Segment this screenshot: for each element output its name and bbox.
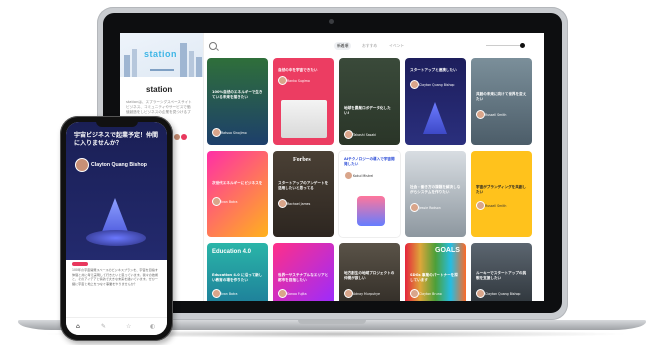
phone-bottom-nav: ⌂ ✎ ☆ ◐ xyxy=(66,317,167,335)
home-icon[interactable]: ⌂ xyxy=(76,323,80,330)
card-title: 地球を農業ロボデータ化したい! xyxy=(344,106,391,115)
phone-post-body: 100年の宇宙開発スペースのビジネスプランを、宇宙を目指す仲間と共に考え実現して… xyxy=(72,268,159,286)
card-author: Adnay Murpuhye xyxy=(353,292,381,296)
card-author: Rachael James xyxy=(287,202,311,206)
avatar xyxy=(212,197,221,206)
card-author: Russell Smith xyxy=(485,113,507,117)
education-label: Education 4.0 xyxy=(212,249,252,255)
avatar xyxy=(410,80,419,89)
project-card[interactable]: 100%自然のエネルギーで生きている未来を描きたい Ratsuo Sinojim… xyxy=(207,58,268,145)
laptop-notch xyxy=(298,320,366,324)
member-avatars xyxy=(174,125,188,144)
card-author: Clayton Quang Bishop xyxy=(419,83,455,87)
star-icon[interactable]: ☆ xyxy=(126,323,131,330)
card-author: Clayton Quang Bishop xyxy=(485,292,521,296)
search-icon[interactable] xyxy=(209,42,217,50)
project-card[interactable]: スタートアップと連携したい Clayton Quang Bishop xyxy=(405,58,466,145)
avatar xyxy=(410,203,419,212)
project-card[interactable]: 地球を農業ロボデータ化したい! Takashi Sasaki xyxy=(339,58,400,145)
project-card[interactable]: 地方創生の地域プロジェクトの仲間が欲しい Adnay Murpuhye xyxy=(339,243,400,301)
avatar xyxy=(476,110,485,119)
avatar[interactable] xyxy=(181,134,187,140)
avatar xyxy=(344,289,353,298)
card-author: Ratsuo Sinojimo xyxy=(221,131,247,135)
card-title: 社会・働き方の課題を解決しながらシステムを作りたい xyxy=(410,185,461,194)
project-card[interactable]: ルーキーでスタートアップの挑戦を支援したい Clayton Quang Bish… xyxy=(471,243,532,301)
project-card[interactable]: GOALS SDGs 事業のパートナーを探しています Clayton Bruno xyxy=(405,243,466,301)
tab-recommended[interactable]: おすすめ xyxy=(359,42,380,50)
category-badge xyxy=(72,262,88,266)
phone-post-title: 宇宙ビジネスで起業予定！仲間に入りませんか？ xyxy=(74,132,159,148)
project-card[interactable]: Forbes スタートアップのアンゲートを活用したいと思ってる Rachael … xyxy=(273,151,334,237)
project-card[interactable]: 宇宙がブランディングを共創したい Russell Smith xyxy=(471,151,532,237)
card-author: Ivan Batra xyxy=(221,200,238,204)
tab-events[interactable]: イベント xyxy=(386,42,407,50)
project-card[interactable]: 世界一サステナブルなエリアと都市を目指したい Sanoo Fujita xyxy=(273,243,334,301)
avatar xyxy=(344,130,353,139)
card-author: Clayton Bruno xyxy=(419,292,442,296)
project-card[interactable]: 社会・働き方の課題を解決しながらシステムを作りたい Jessie Rodson xyxy=(405,151,466,237)
avatar xyxy=(410,289,419,298)
tab-new[interactable]: 新着順 xyxy=(334,42,352,50)
card-title: ルーキーでスタートアップの挑戦を支援したい xyxy=(476,271,527,280)
avatar xyxy=(278,199,287,208)
avatar[interactable] xyxy=(75,158,89,172)
card-title: Education 4.0 に沿って新しい教育の場を作りたい xyxy=(212,273,263,282)
avatar xyxy=(212,289,221,298)
card-author: Jessie Rodson xyxy=(419,206,441,210)
project-card[interactable]: 共創の未来に向けて世界を変えたい Russell Smith xyxy=(471,58,532,145)
zoom-slider-knob[interactable] xyxy=(520,43,525,48)
protest-photo xyxy=(281,100,327,138)
phone-hero: 宇宙ビジネスで起業予定！仲間に入りませんか？ Clayton Quang Bis… xyxy=(66,122,167,260)
avatar xyxy=(344,171,353,180)
platform-glow xyxy=(86,230,146,246)
card-author: Ranko Sugimo xyxy=(287,79,310,83)
phone-screen: 宇宙ビジネスで起業予定！仲間に入りませんか？ Clayton Quang Bis… xyxy=(66,122,167,335)
project-card[interactable]: Education 4.0 Education 4.0 に沿って新しい教育の場を… xyxy=(207,243,268,301)
project-card[interactable]: AIテクノロジーの導入で宇宙開発したい Kokul Mistrel xyxy=(339,151,400,237)
zoom-slider[interactable] xyxy=(486,45,524,46)
avatar xyxy=(278,289,287,298)
laptop-screen: station station stationは、スプラーシグスペースサイトビジ… xyxy=(120,33,544,301)
card-title: 次世代エネルギーにビジネスを xyxy=(212,181,263,185)
card-title: 共創の未来に向けて世界を変えたい xyxy=(476,92,527,101)
avatar xyxy=(278,76,287,85)
card-author: Kokul Mistrel xyxy=(353,174,374,178)
card-title: 宇宙がブランディングを共創したい xyxy=(476,185,527,194)
project-card[interactable]: 自然の中を宇宙できたい Ranko Sugimo xyxy=(273,58,334,145)
avatar xyxy=(476,201,485,210)
card-title: 世界一サステナブルなエリアと都市を目指したい xyxy=(278,273,329,282)
edit-icon[interactable]: ✎ xyxy=(101,323,106,330)
avatar[interactable] xyxy=(174,134,180,140)
card-title: 自然の中を宇宙できたい xyxy=(278,68,318,72)
card-title: スタートアップと連携したい xyxy=(410,68,457,72)
profile-icon[interactable]: ◐ xyxy=(150,323,155,330)
brand-title: station xyxy=(146,85,173,94)
rocket-icon xyxy=(423,102,447,134)
station-logo[interactable]: station xyxy=(144,49,177,59)
card-title: 地方創生の地域プロジェクトの仲間が欲しい xyxy=(344,271,395,280)
project-card[interactable]: 次世代エネルギーにビジネスを Ivan Batra xyxy=(207,151,268,237)
card-title: スタートアップのアンゲートを活用したいと思ってる xyxy=(278,181,329,190)
forbes-label: Forbes xyxy=(293,157,311,163)
card-author: Sanoo Fujita xyxy=(287,292,307,296)
phone-author: Clayton Quang Bishop xyxy=(91,162,147,168)
card-title: SDGs 事業のパートナーを探しています xyxy=(410,273,458,282)
card-title: AIテクノロジーの導入で宇宙開発したい xyxy=(344,157,395,166)
phone-notch xyxy=(96,121,138,127)
card-title: 100%自然のエネルギーで生きている未来を描きたい xyxy=(212,90,263,99)
card-author: Ivan Batra xyxy=(221,292,238,296)
camera-icon xyxy=(329,19,334,24)
avatar xyxy=(476,289,485,298)
illustration xyxy=(357,196,385,226)
card-author: Takashi Sasaki xyxy=(353,133,377,137)
avatar xyxy=(212,128,221,137)
card-author: Russell Smith xyxy=(485,204,507,208)
goals-label: GOALS xyxy=(435,247,460,254)
